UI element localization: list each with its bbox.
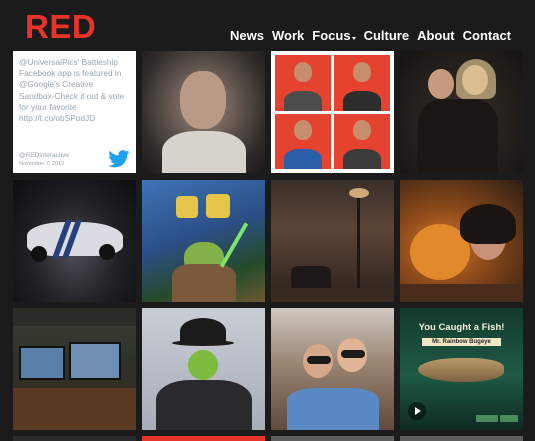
nav-focus-label: Focus xyxy=(312,28,351,43)
nav-news[interactable]: News xyxy=(230,28,264,43)
brand-logo[interactable]: RED xyxy=(25,10,96,43)
photo-tile-row4-4[interactable] xyxy=(400,436,523,441)
photo-team-collage[interactable] xyxy=(271,51,394,173)
play-icon[interactable] xyxy=(408,402,426,420)
nav-work[interactable]: Work xyxy=(272,28,304,43)
photo-tile-row4-3[interactable] xyxy=(271,436,394,441)
fish-secondary-button[interactable] xyxy=(500,415,518,422)
nav-about[interactable]: About xyxy=(417,28,455,43)
fish-illustration xyxy=(418,358,504,382)
photo-lego-star-wars[interactable] xyxy=(142,180,265,302)
nav-culture[interactable]: Culture xyxy=(364,28,410,43)
nav-about-label: About xyxy=(417,28,455,43)
chevron-down-icon xyxy=(351,37,356,40)
fish-promo-title: You Caught a Fish! xyxy=(418,322,505,333)
photo-man-portrait[interactable] xyxy=(142,51,265,173)
nav-culture-label: Culture xyxy=(363,28,410,43)
photo-tile-row4-1[interactable] xyxy=(13,436,136,441)
photo-desk-workstation[interactable] xyxy=(13,308,136,430)
photo-two-women[interactable] xyxy=(400,51,523,173)
tweet-tile[interactable]: @UniversalPics' Battleship Facebook app … xyxy=(13,51,136,173)
photo-mustang-car[interactable] xyxy=(13,180,136,302)
main-nav: News Work Focus Culture About Contact xyxy=(230,28,511,43)
tweet-date: November 7, 2012 xyxy=(19,161,65,167)
fish-action-button[interactable] xyxy=(476,415,498,422)
twitter-bird-icon[interactable] xyxy=(108,150,130,168)
nav-contact-label: Contact xyxy=(462,28,511,43)
photo-bowler-hat-apple[interactable] xyxy=(142,308,265,430)
photo-office-room[interactable] xyxy=(271,180,394,302)
nav-focus[interactable]: Focus xyxy=(312,28,356,43)
nav-contact[interactable]: Contact xyxy=(463,28,511,43)
fish-promo-subtitle: Mr. Rainbow Bugeye xyxy=(422,338,501,346)
nav-news-label: News xyxy=(230,28,264,43)
photo-pumpkin-carving[interactable] xyxy=(400,180,523,302)
photo-friends-selfie[interactable] xyxy=(271,308,394,430)
fish-promo-tile[interactable]: You Caught a Fish! Mr. Rainbow Bugeye xyxy=(400,308,523,430)
tweet-text: @UniversalPics' Battleship Facebook app … xyxy=(19,57,125,124)
photo-tile-row4-2[interactable] xyxy=(142,436,265,441)
nav-work-label: Work xyxy=(272,28,305,43)
page: RED News Work Focus Culture About Contac… xyxy=(0,0,535,441)
tweet-handle[interactable]: @REDinteractive xyxy=(19,152,69,159)
